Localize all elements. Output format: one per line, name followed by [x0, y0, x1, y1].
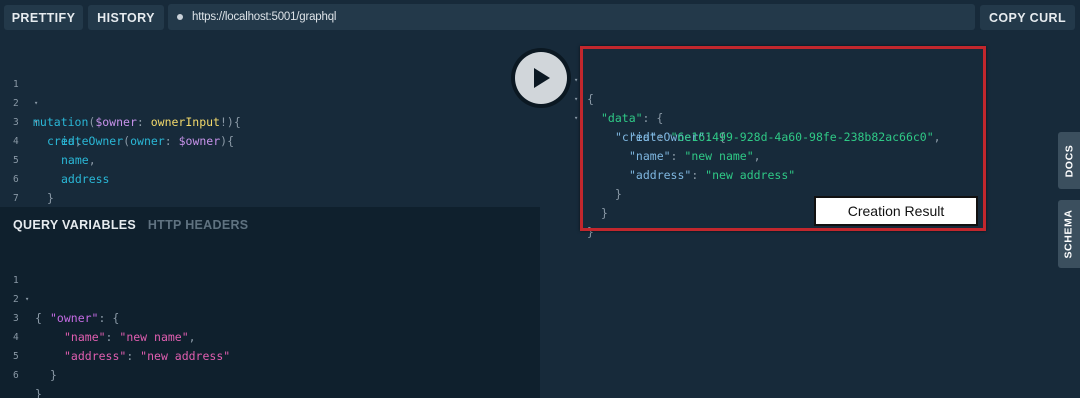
schema-tab-label: SCHEMA [1063, 209, 1076, 259]
play-icon [534, 68, 550, 88]
docs-tab[interactable]: DOCS [1058, 132, 1080, 189]
variables-tabs: QUERY VARIABLES HTTP HEADERS [13, 218, 248, 232]
schema-tab[interactable]: SCHEMA [1058, 200, 1080, 268]
editor-line: 5 } [13, 328, 57, 382]
creation-result-label: Creation Result [814, 196, 978, 226]
punct: : [136, 115, 151, 129]
prettify-button[interactable]: PRETTIFY [4, 5, 83, 30]
editor-line: 1 ▾ { [13, 252, 55, 325]
copy-curl-button[interactable]: COPY CURL [980, 5, 1075, 30]
punct: } [35, 387, 42, 398]
punct: : { [98, 311, 120, 325]
toolbar: PRETTIFY HISTORY https://localhost:5001/… [0, 0, 1080, 40]
tab-http-headers[interactable]: HTTP HEADERS [148, 218, 249, 232]
punct: : [105, 330, 120, 344]
editor-line: 4 "address": "new address" [13, 309, 230, 363]
tab-query-variables[interactable]: QUERY VARIABLES [13, 218, 136, 232]
json-key: "owner" [50, 311, 99, 325]
variable: $owner [178, 134, 221, 148]
json-string: "new address" [140, 349, 231, 363]
editor-line: 4 name, [13, 113, 96, 167]
field-name: address [61, 172, 110, 186]
line-number: 6 [13, 370, 19, 381]
url-input[interactable]: https://localhost:5001/graphql [168, 4, 975, 30]
punct: : [126, 349, 141, 363]
punct: , [88, 153, 96, 167]
punct: : [164, 134, 179, 148]
editor-line: 3 "name": "new name", [13, 290, 196, 344]
editor-line: 7 } [13, 170, 55, 224]
json-key: "address" [64, 349, 127, 363]
variable: $owner [95, 115, 137, 129]
execute-query-button[interactable] [511, 48, 571, 108]
json-string: "new name" [119, 330, 189, 344]
editor-line: 2 "owner": { [13, 271, 119, 325]
punct: ){ [220, 134, 234, 148]
docs-tab-label: DOCS [1063, 144, 1075, 177]
status-dot-icon [177, 14, 183, 20]
url-text: https://localhost:5001/graphql [192, 11, 337, 23]
variables-panel: QUERY VARIABLES HTTP HEADERS 1 ▾ { 2 "ow… [0, 207, 540, 398]
editor-line: 5 address [13, 132, 109, 186]
argument: owner [130, 134, 165, 148]
punct: , [188, 330, 196, 344]
field-name: name [61, 153, 89, 167]
editor-line: 3 id, [13, 94, 82, 148]
query-editor[interactable]: 1 ▾ mutation($owner: ownerInput!){ 2 ▾ c… [0, 40, 540, 224]
editor-line: 6 } [13, 347, 55, 398]
json-key: "name" [64, 330, 106, 344]
editor-line: 1 ▾ mutation($owner: ownerInput!){ [13, 56, 241, 129]
editor-line: 2 ▾ createOwner(owner: $owner){ [13, 75, 234, 148]
line-number: 7 [13, 193, 19, 204]
field-name: createOwner [47, 134, 124, 148]
punct: , [74, 134, 82, 148]
type-name: ownerInput [150, 115, 220, 129]
punct: !){ [219, 115, 241, 129]
variables-editor[interactable]: 1 ▾ { 2 "owner": { 3 "name": "new name",… [13, 252, 513, 398]
editor-line: 6 } [13, 151, 55, 205]
field-name: id [61, 134, 75, 148]
history-button[interactable]: HISTORY [88, 5, 164, 30]
